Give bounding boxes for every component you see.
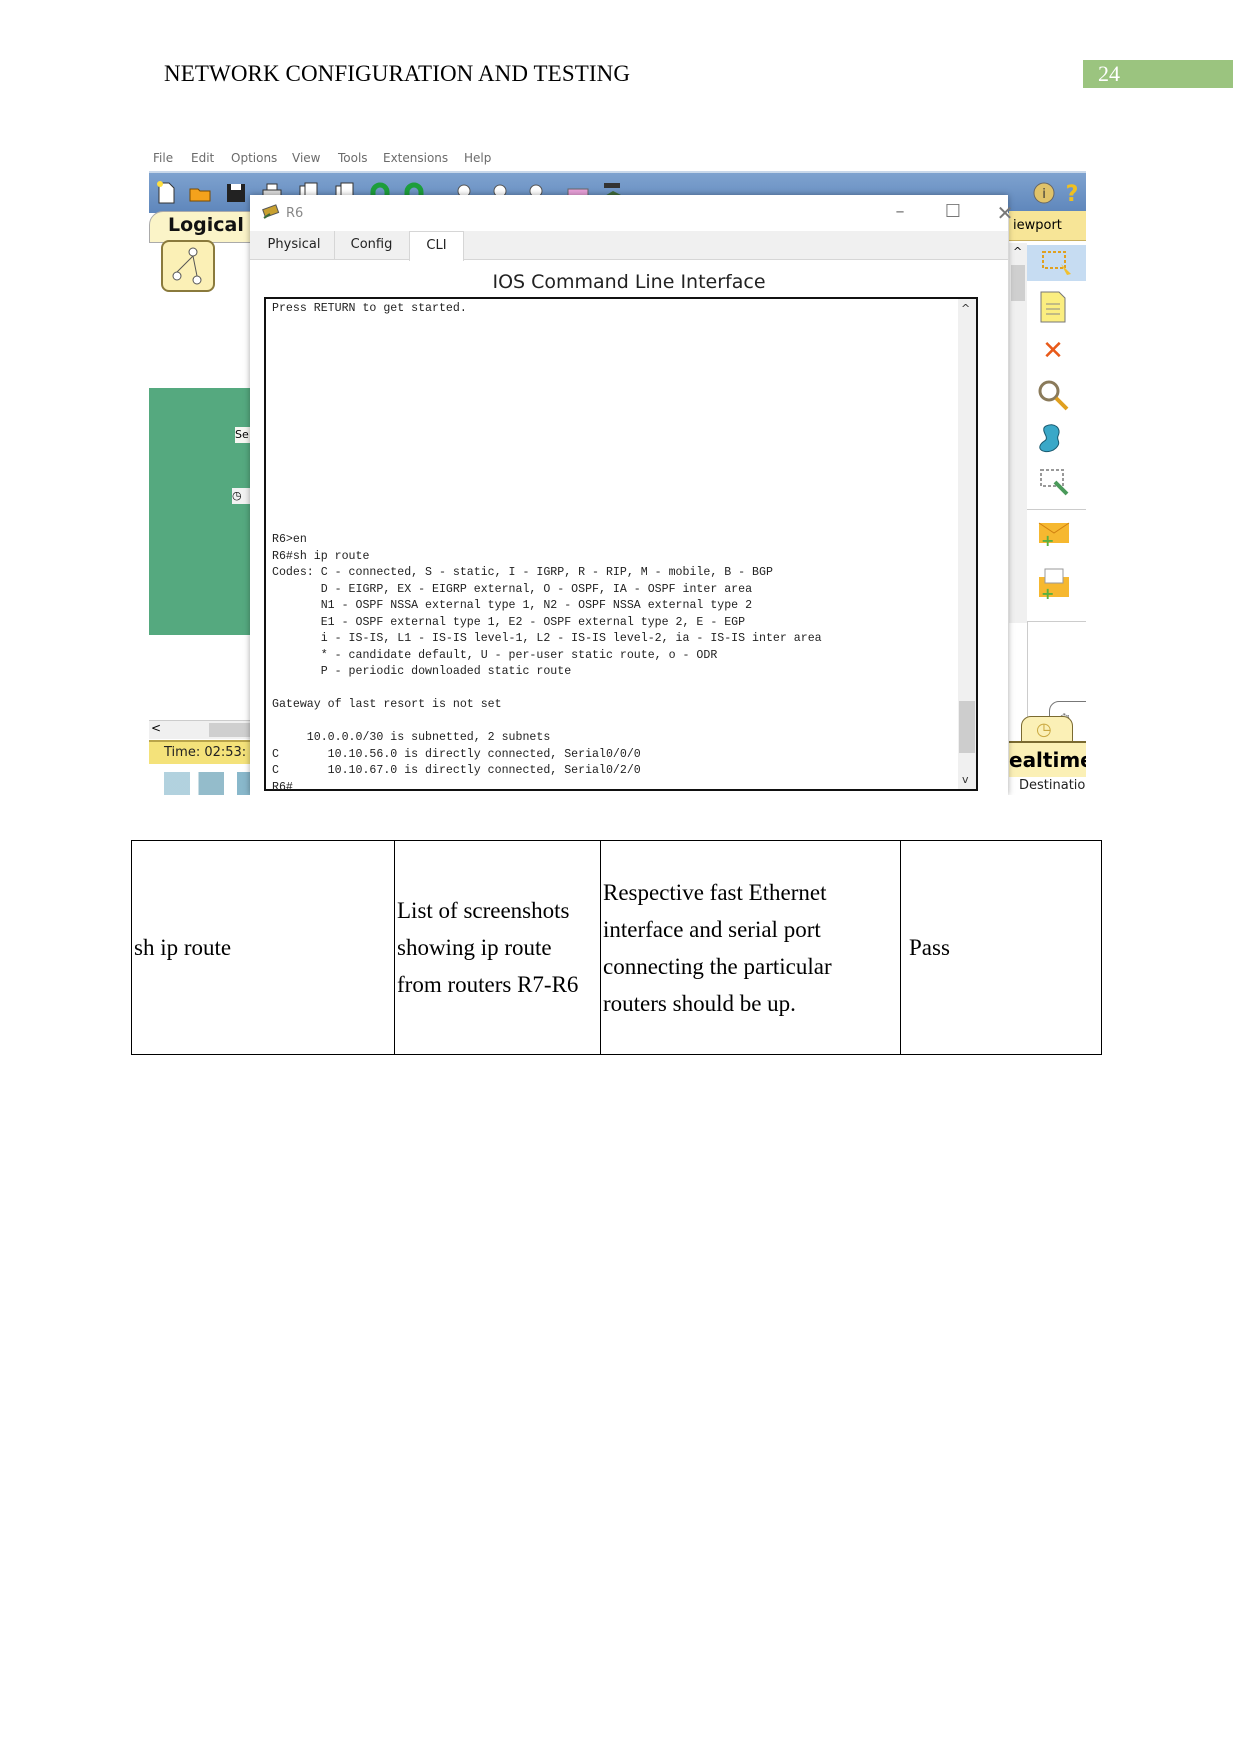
shape-icon xyxy=(1039,424,1060,453)
scroll-up-icon[interactable]: ^ xyxy=(961,302,970,315)
clock-realtime-icon: ◷ xyxy=(1036,719,1052,740)
workspace-vertical-scrollbar[interactable]: ^ xyxy=(1009,243,1027,623)
svg-text:+: + xyxy=(1041,584,1054,601)
resize-tool[interactable] xyxy=(1031,465,1075,501)
time-display: Time: 02:53: xyxy=(149,740,250,764)
note-tool[interactable] xyxy=(1031,289,1075,325)
menu-extensions[interactable]: Extensions xyxy=(383,151,448,165)
cli-terminal[interactable]: Press RETURN to get started. R6>en R6#sh… xyxy=(264,297,978,794)
magnifier-icon xyxy=(1038,380,1069,411)
viewport-tab[interactable]: iewport xyxy=(1009,211,1086,241)
cell-expected-result: Respective fast Ethernet interface and s… xyxy=(600,840,901,1055)
scroll-down-icon[interactable]: v xyxy=(962,773,969,786)
inspect-tool[interactable] xyxy=(1031,377,1075,413)
save-icon[interactable] xyxy=(225,181,247,205)
svg-text:?: ? xyxy=(1066,182,1079,205)
menu-edit[interactable]: Edit xyxy=(191,151,214,165)
router-icon xyxy=(262,204,280,219)
open-folder-icon[interactable] xyxy=(189,181,211,205)
menu-help[interactable]: Help xyxy=(464,151,491,165)
cell-description: List of screenshots showing ip route fro… xyxy=(394,840,601,1055)
scroll-thumb[interactable] xyxy=(959,701,975,753)
complex-pdu-icon: + xyxy=(1039,568,1069,601)
page-number: 24 xyxy=(1083,60,1233,88)
select-icon xyxy=(1041,251,1071,275)
cell-command: sh ip route xyxy=(131,840,395,1055)
terminal-scrollbar[interactable]: ^ v xyxy=(958,299,976,789)
destination-column-header: Destination xyxy=(1019,778,1086,793)
clock-icon: ◷ xyxy=(232,488,250,504)
workspace-canvas[interactable] xyxy=(149,388,250,635)
note-icon xyxy=(1040,291,1066,323)
svg-text:i: i xyxy=(1042,187,1046,202)
table-row: sh ip route List of screenshots showing … xyxy=(131,840,1102,1055)
window-titlebar: R6 – ☐ ✕ xyxy=(250,195,1013,231)
logical-tab-label: Logical xyxy=(168,214,244,236)
select-tool[interactable] xyxy=(1027,245,1086,281)
packet-tracer-screenshot: File Edit Options View Tools Extensions … xyxy=(149,145,1086,795)
delete-icon: ✕ xyxy=(1042,336,1064,366)
resize-icon xyxy=(1040,469,1069,496)
close-button[interactable]: ✕ xyxy=(990,201,1020,225)
svg-text:+: + xyxy=(1041,531,1054,549)
menu-tools[interactable]: Tools xyxy=(338,151,368,165)
cli-heading: IOS Command Line Interface xyxy=(492,271,766,293)
logical-tab[interactable]: Logical xyxy=(149,211,251,243)
draw-shape-tool[interactable] xyxy=(1031,421,1075,457)
tab-config[interactable]: Config xyxy=(334,231,410,259)
menu-file[interactable]: File xyxy=(153,151,173,165)
add-complex-pdu-tool[interactable]: + xyxy=(1031,566,1075,602)
right-toolbar-panel: iewport ^ ✕ + + ⏱ ◷ ealtime Destination xyxy=(1009,211,1086,795)
logical-topology-icon[interactable] xyxy=(161,240,215,292)
test-case-table: sh ip route List of screenshots showing … xyxy=(131,840,1102,1055)
terminal-output: Press RETURN to get started. R6>en R6#sh… xyxy=(272,302,822,794)
window-title: R6 xyxy=(286,206,304,221)
running-header-title: NETWORK CONFIGURATION AND TESTING xyxy=(164,61,631,86)
add-simple-pdu-tool[interactable]: + xyxy=(1031,516,1075,552)
delete-tool[interactable]: ✕ xyxy=(1031,333,1075,369)
tab-cli[interactable]: CLI xyxy=(409,231,464,261)
help-icon[interactable]: ? xyxy=(1061,181,1083,205)
info-icon[interactable]: i xyxy=(1033,181,1055,205)
cell-result: Pass xyxy=(900,840,1102,1055)
device-label-snippet: Se xyxy=(235,427,251,443)
device-palette-icons[interactable] xyxy=(164,772,250,795)
r6-device-window: R6 – ☐ ✕ Physical Config CLI IOS Command… xyxy=(250,195,1013,795)
device-tabs: Physical Config CLI xyxy=(250,231,1008,261)
menu-view[interactable]: View xyxy=(292,151,320,165)
menu-options[interactable]: Options xyxy=(231,151,277,165)
maximize-button[interactable]: ☐ xyxy=(938,201,968,222)
new-file-icon[interactable] xyxy=(155,181,177,205)
simple-pdu-icon: + xyxy=(1038,522,1070,549)
menu-bar: File Edit Options View Tools Extensions … xyxy=(149,145,1086,171)
realtime-label: ealtime xyxy=(1009,741,1086,777)
horizontal-scrollbar[interactable]: < xyxy=(149,720,250,739)
minimize-button[interactable]: – xyxy=(885,201,915,222)
tab-physical[interactable]: Physical xyxy=(254,231,335,259)
